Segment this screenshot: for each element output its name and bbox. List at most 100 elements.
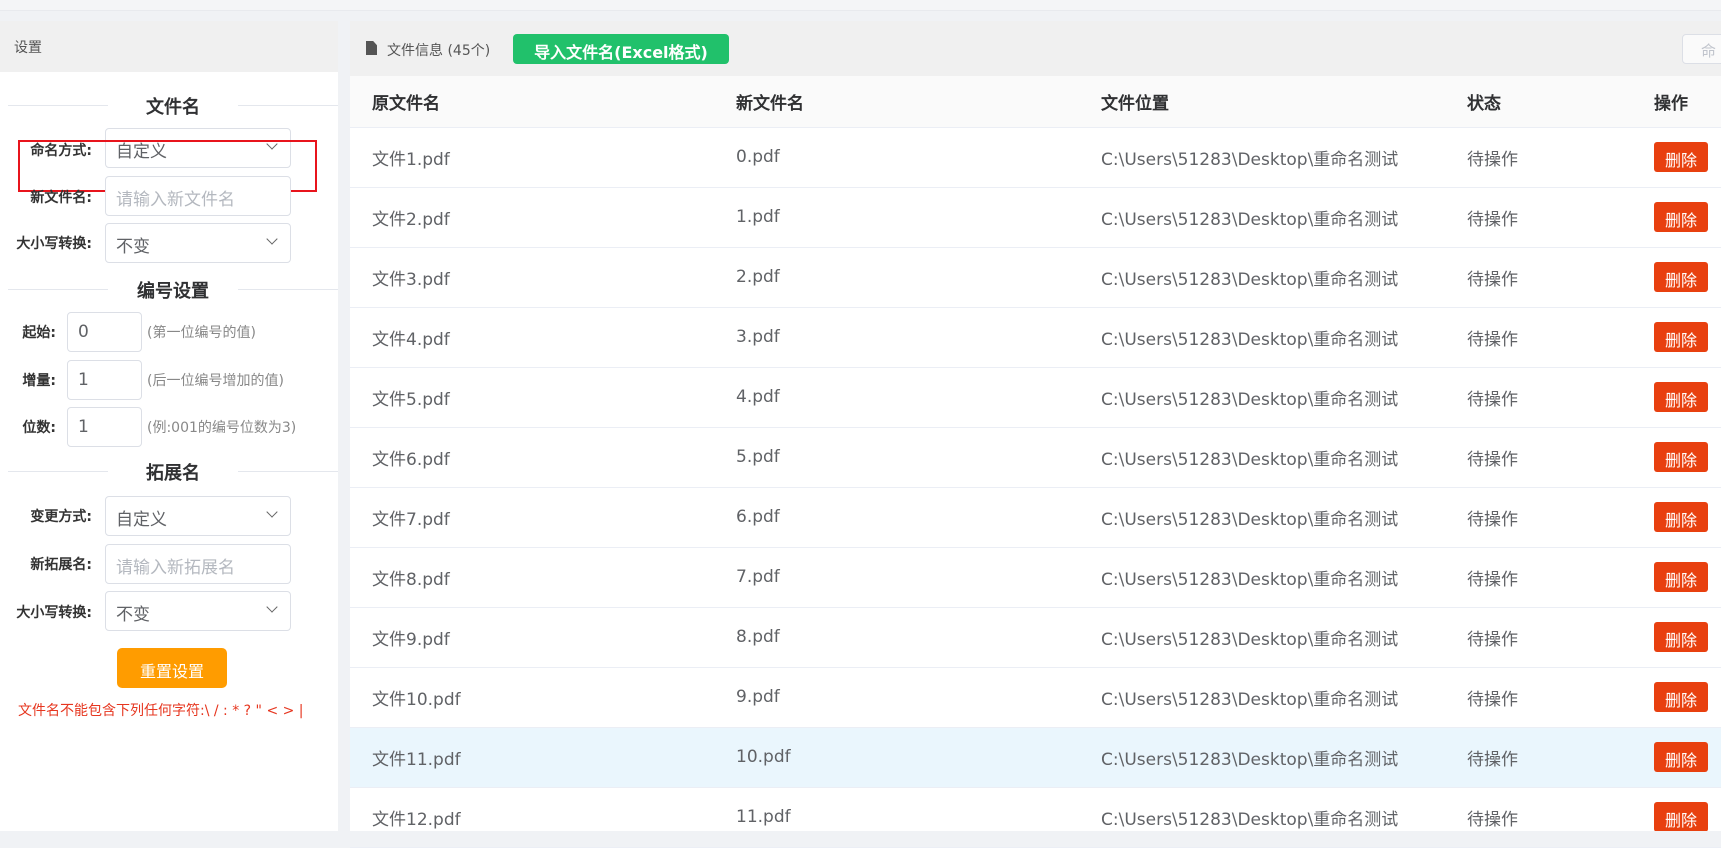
header-original-name: 原文件名: [350, 76, 714, 128]
digits-hint: (例:001的编号位数为3): [147, 420, 297, 436]
file-table: 原文件名 新文件名 文件位置 状态 操作 文件1.pdf 0.pdf C:\User…: [350, 76, 1721, 848]
delete-button[interactable]: 删除: [1654, 502, 1708, 532]
rename-button[interactable]: 命: [1682, 34, 1721, 64]
digits-input[interactable]: 1: [67, 407, 142, 447]
header-new-name: 新文件名: [714, 76, 1079, 128]
delete-button[interactable]: 删除: [1654, 382, 1708, 412]
table-row[interactable]: 文件8.pdf 7.pdf C:\Users\51283\Desktop\重命名测试…: [350, 547, 1721, 608]
file-location: C:\Users\51283\Desktop\重命名测试: [1079, 127, 1445, 188]
case-value: 不变: [116, 237, 150, 257]
chevron-down-icon: [266, 233, 278, 245]
new-filename-input[interactable]: 请输入新文件名: [105, 176, 291, 216]
file-status: 待操作: [1445, 127, 1632, 188]
increment-hint: (后一位编号增加的值): [147, 373, 284, 389]
original-filename: 文件8.pdf: [350, 547, 714, 608]
file-status: 待操作: [1445, 247, 1632, 308]
new-extension-input[interactable]: 请输入新拓展名: [105, 544, 291, 584]
file-list-panel: 文件信息 (45个) 导入文件名(Excel格式) 命 原文件名 新文件名 文件…: [350, 21, 1721, 848]
action-cell: 删除: [1632, 727, 1721, 788]
file-status: 待操作: [1445, 727, 1632, 788]
file-status: 待操作: [1445, 667, 1632, 728]
table-row[interactable]: 文件4.pdf 3.pdf C:\Users\51283\Desktop\重命名测试…: [350, 307, 1721, 368]
original-filename: 文件7.pdf: [350, 487, 714, 548]
file-location: C:\Users\51283\Desktop\重命名测试: [1079, 727, 1445, 788]
file-location: C:\Users\51283\Desktop\重命名测试: [1079, 667, 1445, 728]
new-filename: 0.pdf: [714, 127, 1079, 188]
action-cell: 删除: [1632, 307, 1721, 368]
ext-case-select[interactable]: 不变: [105, 591, 291, 631]
delete-button[interactable]: 删除: [1654, 682, 1708, 712]
file-status: 待操作: [1445, 187, 1632, 248]
file-location: C:\Users\51283\Desktop\重命名测试: [1079, 607, 1445, 668]
table-row[interactable]: 文件2.pdf 1.pdf C:\Users\51283\Desktop\重命名测试…: [350, 187, 1721, 248]
table-row[interactable]: 文件7.pdf 6.pdf C:\Users\51283\Desktop\重命名测试…: [350, 487, 1721, 548]
table-row[interactable]: 文件11.pdf 10.pdf C:\Users\51283\Desktop\重命名…: [350, 727, 1721, 788]
ext-mode-select[interactable]: 自定义: [105, 496, 291, 536]
table-row[interactable]: 文件9.pdf 8.pdf C:\Users\51283\Desktop\重命名测试…: [350, 607, 1721, 668]
delete-button[interactable]: 删除: [1654, 622, 1708, 652]
file-icon: [366, 41, 377, 55]
new-filename: 7.pdf: [714, 547, 1079, 608]
new-filename: 3.pdf: [714, 307, 1079, 368]
delete-button[interactable]: 删除: [1654, 442, 1708, 472]
action-cell: 删除: [1632, 127, 1721, 188]
digits-label: 位数:: [22, 420, 56, 436]
delete-button[interactable]: 删除: [1654, 742, 1708, 772]
table-row[interactable]: 文件5.pdf 4.pdf C:\Users\51283\Desktop\重命名测试…: [350, 367, 1721, 428]
file-toolbar: 文件信息 (45个) 导入文件名(Excel格式) 命: [350, 21, 1721, 76]
file-status: 待操作: [1445, 547, 1632, 608]
original-filename: 文件5.pdf: [350, 367, 714, 428]
increment-label: 增量:: [22, 373, 56, 389]
original-filename: 文件9.pdf: [350, 607, 714, 668]
file-location: C:\Users\51283\Desktop\重命名测试: [1079, 247, 1445, 308]
chevron-down-icon: [266, 601, 278, 613]
numbering-section-title: 编号设置: [8, 277, 338, 302]
table-row[interactable]: 文件3.pdf 2.pdf C:\Users\51283\Desktop\重命名测试…: [350, 247, 1721, 308]
import-excel-button[interactable]: 导入文件名(Excel格式): [513, 34, 729, 64]
new-extension-label: 新拓展名:: [30, 557, 92, 573]
original-filename: 文件11.pdf: [350, 727, 714, 788]
delete-button[interactable]: 删除: [1654, 262, 1708, 292]
extension-section-title: 拓展名: [8, 459, 338, 484]
original-filename: 文件2.pdf: [350, 187, 714, 248]
file-location: C:\Users\51283\Desktop\重命名测试: [1079, 307, 1445, 368]
action-cell: 删除: [1632, 487, 1721, 548]
original-filename: 文件1.pdf: [350, 127, 714, 188]
filename-section-title: 文件名: [8, 93, 338, 118]
case-select[interactable]: 不变: [105, 223, 291, 263]
file-status: 待操作: [1445, 427, 1632, 488]
original-filename: 文件10.pdf: [350, 667, 714, 728]
table-row[interactable]: 文件1.pdf 0.pdf C:\Users\51283\Desktop\重命名测试…: [350, 127, 1721, 188]
start-input[interactable]: 0: [67, 312, 142, 352]
table-row[interactable]: 文件10.pdf 9.pdf C:\Users\51283\Desktop\重命名测…: [350, 667, 1721, 728]
new-filename: 10.pdf: [714, 727, 1079, 788]
delete-button[interactable]: 删除: [1654, 202, 1708, 232]
action-cell: 删除: [1632, 607, 1721, 668]
reset-settings-button[interactable]: 重置设置: [117, 648, 227, 688]
filename-warning: 文件名不能包含下列任何字符:\ / : * ? " < > |: [18, 703, 304, 719]
original-filename: 文件6.pdf: [350, 427, 714, 488]
new-filename: 8.pdf: [714, 607, 1079, 668]
table-header-row: 原文件名 新文件名 文件位置 状态 操作: [350, 76, 1721, 128]
original-filename: 文件4.pdf: [350, 307, 714, 368]
start-hint: (第一位编号的值): [147, 325, 256, 341]
file-location: C:\Users\51283\Desktop\重命名测试: [1079, 367, 1445, 428]
new-filename: 6.pdf: [714, 487, 1079, 548]
chevron-down-icon: [266, 506, 278, 518]
table-row[interactable]: 文件6.pdf 5.pdf C:\Users\51283\Desktop\重命名测试…: [350, 427, 1721, 488]
new-filename: 9.pdf: [714, 667, 1079, 728]
file-location: C:\Users\51283\Desktop\重命名测试: [1079, 427, 1445, 488]
delete-button[interactable]: 删除: [1654, 802, 1708, 832]
delete-button[interactable]: 删除: [1654, 322, 1708, 352]
header-action: 操作: [1632, 76, 1721, 128]
action-cell: 删除: [1632, 427, 1721, 488]
increment-input[interactable]: 1: [67, 360, 142, 400]
action-cell: 删除: [1632, 187, 1721, 248]
delete-button[interactable]: 删除: [1654, 142, 1708, 172]
delete-button[interactable]: 删除: [1654, 562, 1708, 592]
new-filename: 4.pdf: [714, 367, 1079, 428]
ext-case-label: 大小写转换:: [16, 605, 92, 621]
file-location: C:\Users\51283\Desktop\重命名测试: [1079, 547, 1445, 608]
new-filename: 2.pdf: [714, 247, 1079, 308]
action-cell: 删除: [1632, 667, 1721, 728]
